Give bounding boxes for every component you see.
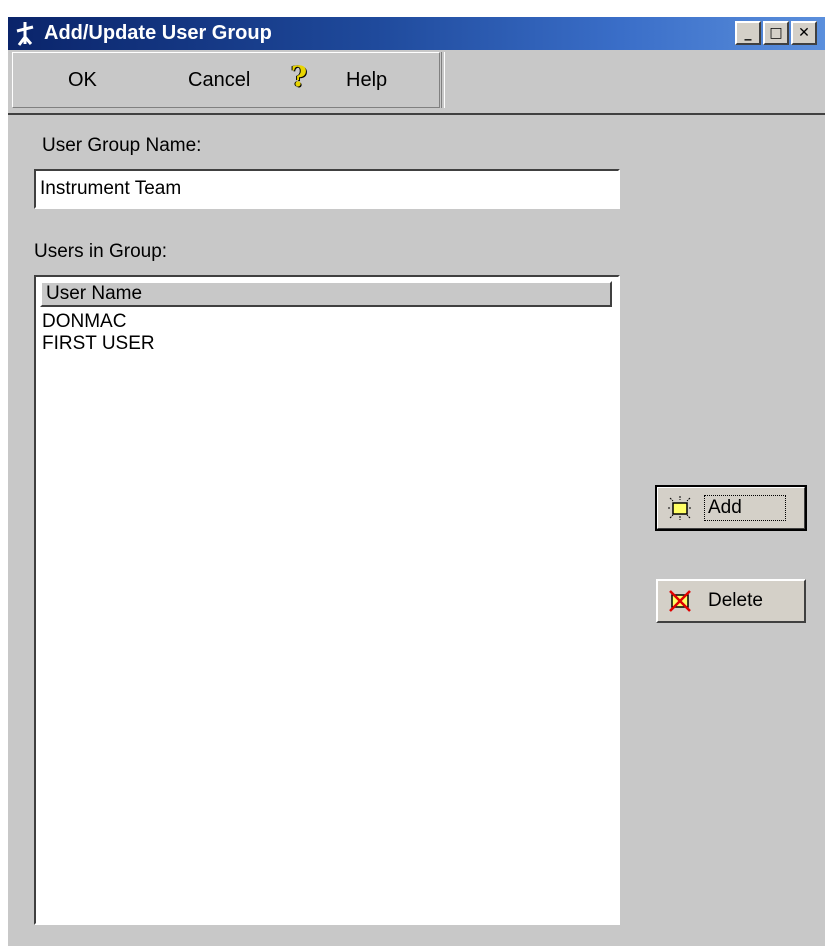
list-item[interactable]: DONMAC: [42, 311, 126, 333]
toolbar-separator: [441, 52, 445, 108]
app-icon: [14, 19, 36, 47]
window-title: Add/Update User Group: [44, 22, 272, 44]
help-button[interactable]: Help: [346, 58, 387, 102]
users-list[interactable]: User Name DONMAC FIRST USER: [34, 275, 620, 925]
add-update-user-group-window: Add/Update User Group _ □ ✕ OK Cancel ? …: [8, 17, 825, 946]
column-header-user-name[interactable]: User Name: [40, 281, 612, 307]
delete-user-icon: [668, 589, 692, 613]
minimize-button[interactable]: _: [735, 21, 761, 45]
group-name-input[interactable]: [34, 169, 620, 209]
cancel-button[interactable]: Cancel: [188, 58, 250, 102]
title-bar[interactable]: Add/Update User Group _ □ ✕: [8, 17, 825, 50]
add-button-label: Add: [708, 497, 742, 518]
add-button[interactable]: Add: [655, 485, 807, 531]
add-user-icon: [668, 496, 692, 520]
ok-button[interactable]: OK: [68, 58, 97, 102]
toolbar: OK Cancel ? Help: [8, 50, 825, 115]
delete-button-label: Delete: [708, 590, 763, 611]
close-button[interactable]: ✕: [791, 21, 817, 45]
users-in-group-label: Users in Group:: [34, 241, 168, 262]
group-name-label: User Group Name:: [42, 135, 202, 156]
delete-button[interactable]: Delete: [656, 579, 806, 623]
maximize-button[interactable]: □: [763, 21, 789, 45]
list-item[interactable]: FIRST USER: [42, 333, 155, 355]
help-icon[interactable]: ?: [288, 60, 310, 94]
